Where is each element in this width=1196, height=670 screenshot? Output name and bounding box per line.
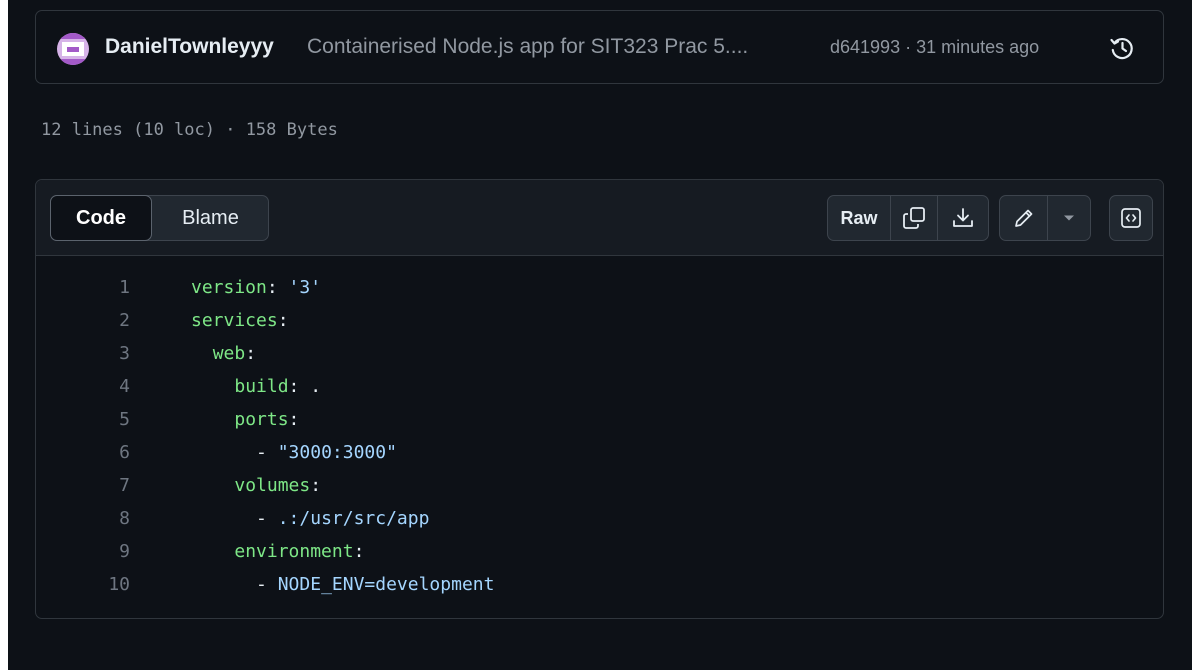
code-text: volumes: <box>234 475 322 496</box>
line-number[interactable]: 8 <box>36 502 130 535</box>
line-number[interactable]: 2 <box>36 304 130 337</box>
pencil-icon <box>1014 209 1032 227</box>
code-text: - "3000:3000" <box>256 442 397 463</box>
code-text: version: '3' <box>191 277 322 298</box>
line-number[interactable]: 1 <box>36 271 130 304</box>
view-switcher: Code Blame <box>50 195 269 241</box>
raw-copy-download-group: Raw <box>827 195 989 241</box>
commit-message[interactable]: Containerised Node.js app for SIT323 Pra… <box>307 35 748 59</box>
code-line: 2 services: <box>36 304 1163 337</box>
latest-commit-bar: DanielTownleyyy Containerised Node.js ap… <box>35 10 1164 84</box>
copy-icon <box>903 207 925 229</box>
download-icon <box>953 208 973 227</box>
code-line: 3 web: <box>36 337 1163 370</box>
chevron-down-icon <box>1064 215 1074 221</box>
commit-hash-time[interactable]: d641993 · 31 minutes ago <box>830 37 1039 58</box>
code-line: 1 version: '3' <box>36 271 1163 304</box>
commit-author[interactable]: DanielTownleyyy <box>105 35 274 59</box>
code-line: 7 volumes: <box>36 469 1163 502</box>
tab-code[interactable]: Code <box>50 195 152 241</box>
edit-dropdown-button[interactable] <box>1048 196 1090 240</box>
copy-button[interactable] <box>891 196 938 240</box>
line-number[interactable]: 7 <box>36 469 130 502</box>
code-text: services: <box>191 310 289 331</box>
symbols-group <box>1109 195 1153 241</box>
file-toolbar: Code Blame Raw <box>36 180 1163 256</box>
code-line: 8 - .:/usr/src/app <box>36 502 1163 535</box>
code-line: 9 environment: <box>36 535 1163 568</box>
file-viewer: Code Blame Raw 1 version: '3' 2 services… <box>35 179 1164 619</box>
code-content[interactable]: 1 version: '3' 2 services: 3 web: 4 build: .5… <box>36 256 1163 618</box>
code-text: web: <box>212 343 257 364</box>
code-line: 5 ports: <box>36 403 1163 436</box>
tab-blame[interactable]: Blame <box>152 196 269 240</box>
history-icon[interactable] <box>1108 34 1136 62</box>
code-symbols-icon <box>1121 208 1141 228</box>
edit-group <box>999 195 1091 241</box>
code-line: 6 - "3000:3000" <box>36 436 1163 469</box>
line-number[interactable]: 6 <box>36 436 130 469</box>
line-number[interactable]: 3 <box>36 337 130 370</box>
code-line: 10 - NODE_ENV=development <box>36 568 1163 601</box>
symbols-button[interactable] <box>1110 196 1152 240</box>
avatar[interactable] <box>57 33 89 65</box>
code-line: 4 build: . <box>36 370 1163 403</box>
edit-button[interactable] <box>1000 196 1048 240</box>
line-number[interactable]: 4 <box>36 370 130 403</box>
file-info: 12 lines (10 loc) · 158 Bytes <box>41 120 338 140</box>
code-text: - .:/usr/src/app <box>256 508 430 529</box>
line-number[interactable]: 5 <box>36 403 130 436</box>
code-text: - NODE_ENV=development <box>256 574 495 595</box>
code-text: ports: <box>234 409 300 430</box>
line-number[interactable]: 10 <box>36 568 130 601</box>
file-view: DanielTownleyyy Containerised Node.js ap… <box>8 0 1192 670</box>
download-button[interactable] <box>938 196 988 240</box>
raw-button[interactable]: Raw <box>828 196 891 240</box>
code-text: environment: <box>234 541 365 562</box>
line-number[interactable]: 9 <box>36 535 130 568</box>
code-text: build: . <box>234 376 322 397</box>
